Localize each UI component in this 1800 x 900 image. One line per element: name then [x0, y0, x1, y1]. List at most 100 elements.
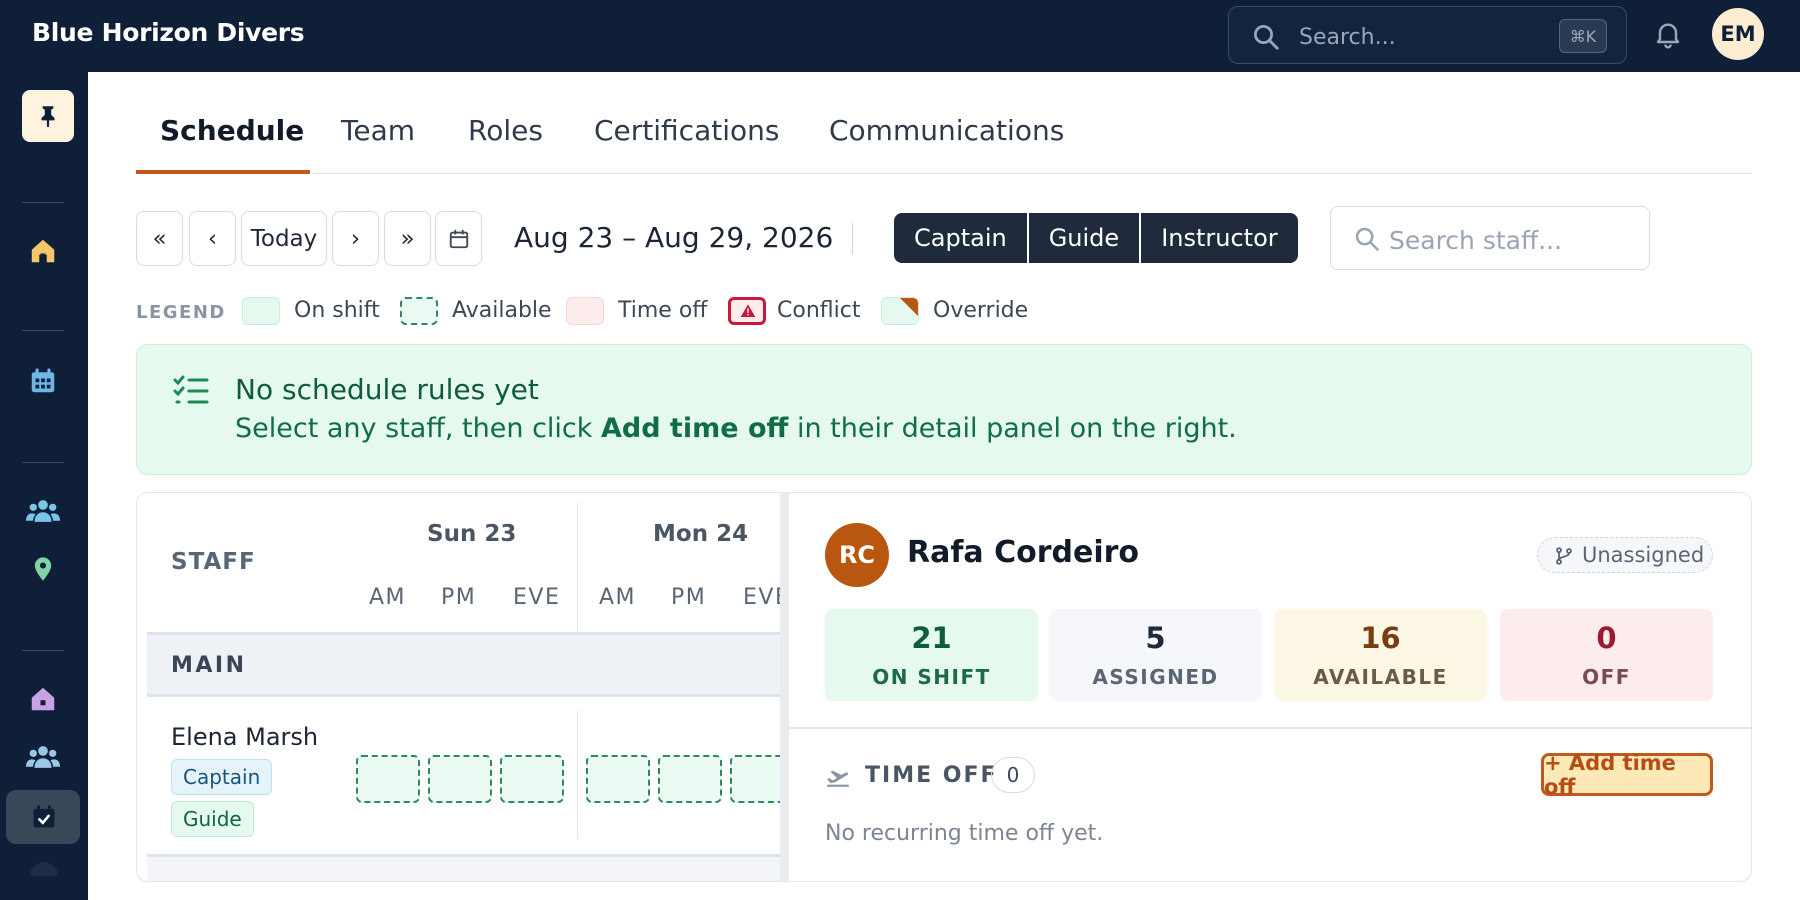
global-search-input[interactable]: Search... ⌘K [1228, 6, 1627, 64]
today-button[interactable]: Today [241, 211, 327, 266]
user-avatar[interactable]: EM [1712, 8, 1764, 60]
sidebar-rail [0, 72, 88, 900]
first-week-button[interactable]: « [136, 211, 183, 266]
stat-available: 16 AVAILABLE [1274, 609, 1487, 701]
shift-cell-available[interactable] [658, 755, 722, 803]
staff-name[interactable]: Elena Marsh [171, 723, 318, 751]
shift-cell-available[interactable] [356, 755, 420, 803]
legend-label-available: Available [452, 298, 552, 323]
section-header-main[interactable]: MAIN [147, 632, 781, 697]
shift-cell-available[interactable] [586, 755, 650, 803]
time-off-title: TIME OFF [865, 763, 998, 788]
legend-swatch-conflict [728, 297, 766, 325]
shift-cell-available[interactable] [428, 755, 492, 803]
staff-search-input[interactable]: Search staff... [1330, 206, 1650, 270]
home-alt-icon[interactable] [26, 682, 60, 716]
legend-swatch-time-off [566, 297, 604, 325]
staff-detail-name: Rafa Cordeiro [907, 535, 1140, 570]
slot-header-am: AM [599, 585, 637, 610]
bell-icon[interactable] [1652, 18, 1684, 50]
calendar-icon[interactable] [26, 364, 60, 398]
date-picker-button[interactable] [435, 211, 482, 266]
role-filter-instructor[interactable]: Instructor [1141, 213, 1297, 263]
home-icon[interactable] [26, 234, 60, 268]
role-filter-captain[interactable]: Captain [894, 213, 1029, 263]
day-column-divider [577, 711, 578, 839]
banner-text-end: in their detail panel on the right. [788, 413, 1237, 444]
branch-icon [1556, 547, 1572, 565]
legend-swatch-override [881, 297, 919, 325]
banner-title: No schedule rules yet [235, 373, 539, 406]
tab-certifications[interactable]: Certifications [594, 114, 779, 147]
banner-text-start: Select any staff, then click [235, 413, 601, 444]
slot-header-pm: PM [671, 585, 707, 610]
empty-rules-banner: No schedule rules yet Select any staff, … [136, 344, 1752, 475]
rail-more-indicator [30, 862, 58, 876]
role-filter-group: Captain Guide Instructor [894, 213, 1298, 263]
location-pin-icon[interactable] [26, 552, 60, 586]
stat-label: OFF [1582, 665, 1631, 689]
add-time-off-button[interactable]: + Add time off [1541, 751, 1713, 799]
date-range-label: Aug 23 – Aug 29, 2026 [514, 221, 834, 254]
rail-divider [22, 650, 64, 651]
slot-header-am: AM [369, 585, 407, 610]
checklist-icon [173, 375, 209, 404]
tab-team[interactable]: Team [341, 114, 415, 147]
role-chip-guide: Guide [171, 801, 254, 837]
calendar-icon [449, 229, 468, 248]
day-header-mon: Mon 24 [653, 521, 749, 547]
team-icon[interactable] [26, 494, 60, 528]
brand-name[interactable]: Blue Horizon Divers [32, 18, 305, 47]
staff-icon[interactable] [26, 740, 60, 774]
staff-avatar: RC [825, 523, 889, 587]
role-filter-guide[interactable]: Guide [1029, 213, 1142, 263]
time-off-empty-state: No recurring time off yet. [825, 821, 1104, 846]
toolbar-divider [852, 223, 853, 255]
legend-label-on-shift: On shift [294, 298, 380, 323]
tab-communications[interactable]: Communications [829, 114, 1064, 147]
main-tabs: Schedule Team Roles Certifications Commu… [136, 100, 1752, 174]
slot-header-eve: EVE [513, 585, 561, 610]
rail-divider [22, 202, 64, 203]
calendar-check-icon [33, 805, 55, 828]
stat-value: 16 [1360, 621, 1401, 655]
rail-divider [22, 330, 64, 331]
slot-header-pm: PM [441, 585, 477, 610]
rail-divider [22, 462, 64, 463]
stat-on-shift: 21 ON SHIFT [825, 609, 1038, 701]
legend-label-time-off: Time off [618, 298, 708, 323]
stat-off: 0 OFF [1500, 609, 1713, 701]
shift-cell-available[interactable] [500, 755, 564, 803]
slot-header-eve: EVE [743, 585, 781, 610]
legend-title: LEGEND [136, 302, 226, 323]
banner-text-emphasis: Add time off [600, 413, 789, 444]
sidebar-item-schedule[interactable] [6, 790, 80, 844]
last-week-button[interactable]: » [384, 211, 431, 266]
pin-icon [41, 106, 55, 127]
legend-label-override: Override [933, 298, 1029, 323]
legend-label-conflict: Conflict [777, 298, 861, 323]
tab-roles[interactable]: Roles [468, 114, 543, 147]
section-label: MAIN [171, 653, 247, 678]
staff-detail-panel: RC Rafa Cordeiro Unassigned 21 ON SHIFT … [789, 492, 1752, 882]
next-week-button[interactable]: › [332, 211, 379, 266]
staff-search-placeholder: Search staff... [1389, 226, 1563, 255]
banner-text: Select any staff, then click Add time of… [235, 413, 1237, 444]
stat-assigned: 5 ASSIGNED [1049, 609, 1262, 701]
active-tab-indicator [136, 170, 310, 174]
assignment-label: Unassigned [1582, 543, 1705, 567]
plane-departure-icon [827, 770, 849, 787]
legend-swatch-available [400, 297, 438, 325]
stat-value: 5 [1145, 621, 1166, 655]
top-bar: Blue Horizon Divers Search... ⌘K EM [0, 0, 1800, 72]
global-search-placeholder: Search... [1299, 25, 1396, 50]
legend-swatch-on-shift [242, 297, 280, 325]
role-chip-captain: Captain [171, 759, 273, 795]
search-icon [1355, 227, 1379, 251]
tab-schedule[interactable]: Schedule [160, 114, 304, 147]
shortcut-hint: ⌘K [1559, 19, 1607, 53]
pin-sidebar-button[interactable] [22, 90, 74, 142]
assignment-badge[interactable]: Unassigned [1537, 537, 1713, 573]
prev-week-button[interactable]: ‹ [189, 211, 236, 266]
shift-cell-available[interactable] [730, 755, 781, 803]
